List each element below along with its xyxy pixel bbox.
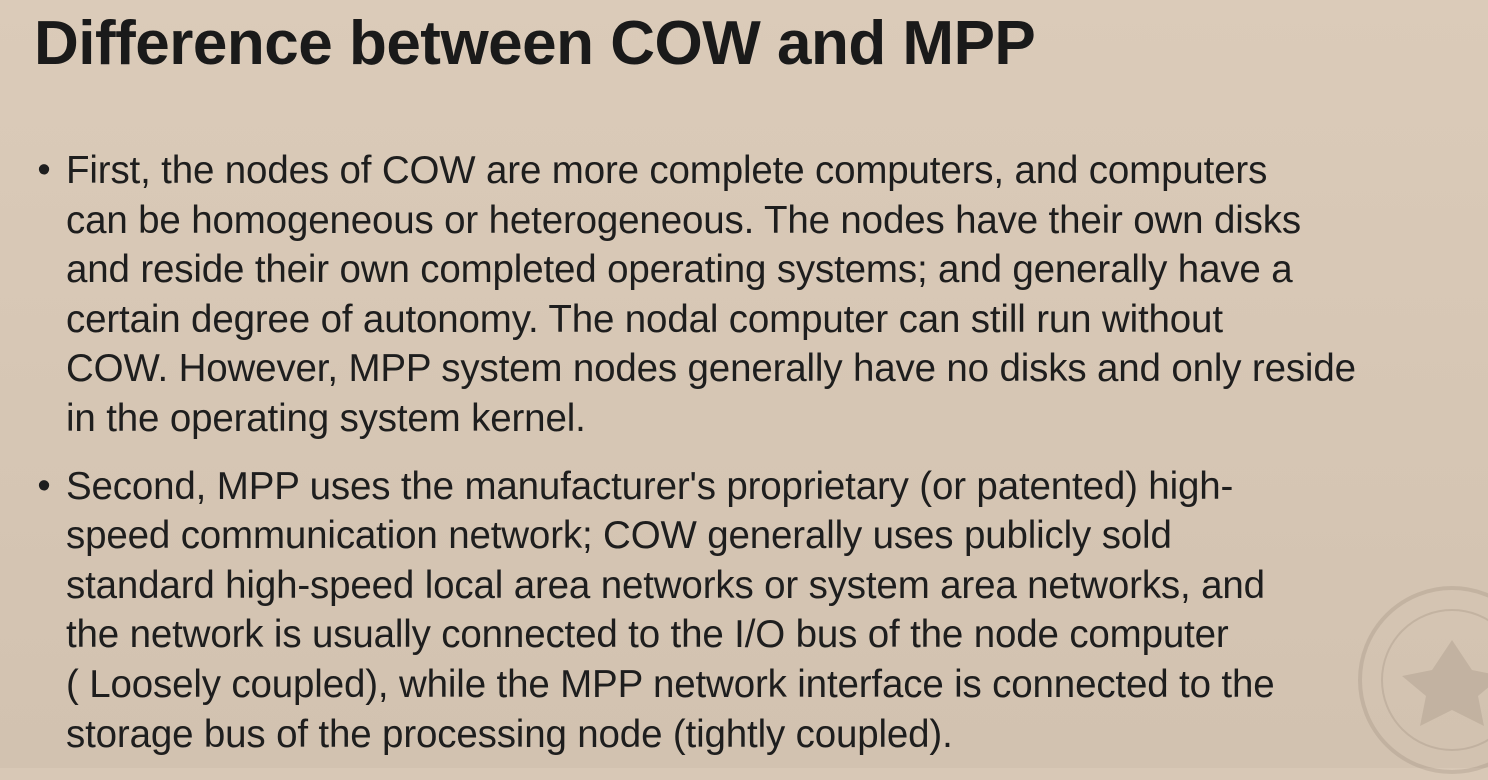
- bullet-line: standard high-speed local area networks …: [66, 563, 1265, 607]
- bullet-line: in the operating system kernel.: [66, 396, 586, 440]
- slide-title: Difference between COW and MPP: [34, 9, 1036, 78]
- bullet-line: the network is usually connected to the …: [66, 613, 1229, 657]
- bullet-icon: •: [37, 464, 51, 507]
- slide: Difference between COW and MPP • First, …: [0, 0, 1488, 774]
- bullet-line: speed communication network; COW general…: [66, 514, 1172, 558]
- bullet-list: • First, the nodes of COW are more compl…: [30, 146, 1470, 759]
- bullet-line: ( Loosely coupled), while the MPP networ…: [66, 662, 1275, 706]
- bullet-item: • Second, MPP uses the manufacturer's pr…: [30, 462, 1470, 760]
- bullet-line: certain degree of autonomy. The nodal co…: [66, 297, 1223, 341]
- bullet-item: • First, the nodes of COW are more compl…: [30, 146, 1470, 444]
- bullet-line: Second, MPP uses the manufacturer's prop…: [66, 464, 1234, 508]
- bullet-line: First, the nodes of COW are more complet…: [66, 149, 1268, 192]
- university-seal-icon: [1358, 586, 1488, 774]
- bullet-line: COW. However, MPP system nodes generally…: [66, 347, 1356, 391]
- bullet-line: storage bus of the processing node (tigh…: [66, 712, 953, 756]
- bullet-line: and reside their own completed operating…: [66, 248, 1293, 292]
- bullet-line: can be homogeneous or heterogeneous. The…: [66, 198, 1301, 242]
- bullet-icon: •: [37, 149, 51, 191]
